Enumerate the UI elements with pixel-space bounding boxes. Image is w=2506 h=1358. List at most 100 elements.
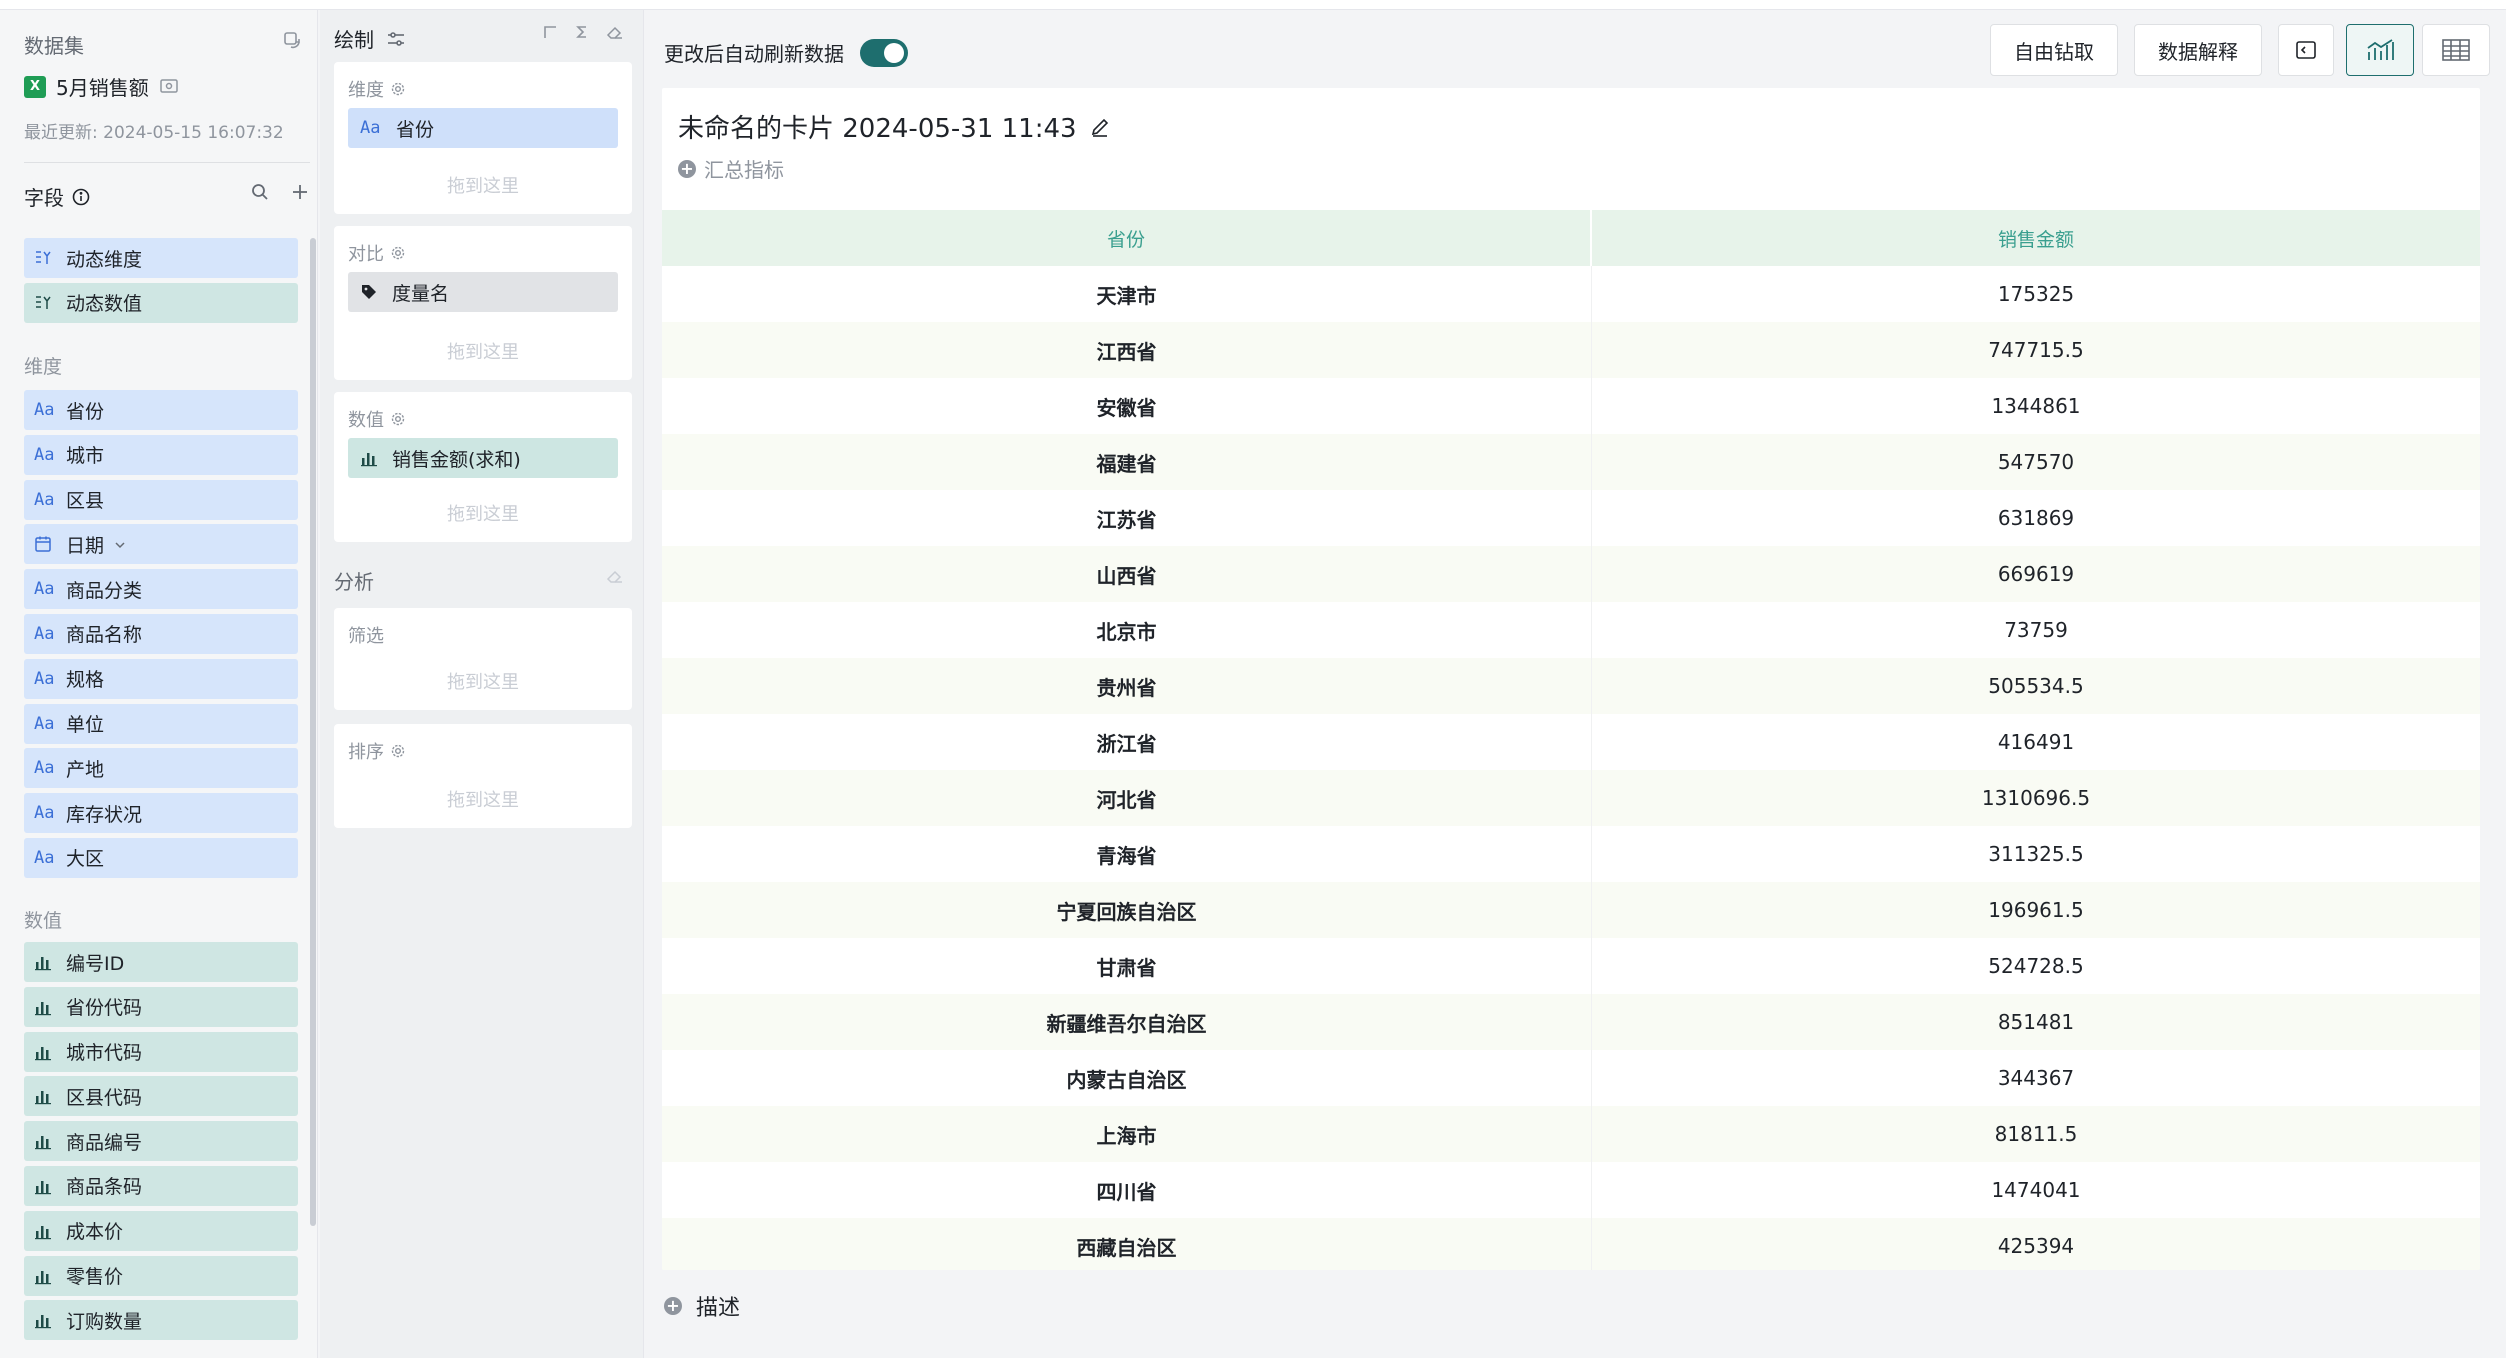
cell-province: 新疆维吾尔自治区 bbox=[662, 994, 1592, 1050]
table-row[interactable]: 新疆维吾尔自治区 851481 bbox=[662, 994, 2480, 1050]
table-row[interactable]: 宁夏回族自治区 196961.5 bbox=[662, 882, 2480, 938]
field-label: 单位 bbox=[66, 714, 105, 737]
value-pill-sales-sum[interactable]: 销售金额(求和) bbox=[348, 438, 618, 478]
cell-province: 江苏省 bbox=[662, 490, 1592, 546]
field-dimension[interactable]: 日期 bbox=[24, 524, 298, 565]
describe-label: 描述 bbox=[696, 1296, 741, 1321]
table-row[interactable]: 安徽省 1344861 bbox=[662, 378, 2480, 434]
field-measure[interactable]: 订购数量 bbox=[24, 1300, 298, 1341]
cell-sales: 81811.5 bbox=[1994, 1122, 2078, 1146]
chevron-down-icon[interactable] bbox=[114, 533, 126, 555]
field-dimension[interactable]: Aa 库存状况 bbox=[24, 793, 298, 834]
gear-icon[interactable] bbox=[390, 245, 406, 261]
info-icon[interactable] bbox=[72, 188, 90, 206]
settings-sliders-icon[interactable] bbox=[386, 30, 406, 48]
field-dimension[interactable]: Aa 商品名称 bbox=[24, 613, 298, 654]
field-dimension[interactable]: Aa 商品分类 bbox=[24, 569, 298, 610]
field-label: 动态维度 bbox=[66, 248, 143, 271]
table-row[interactable]: 北京市 73759 bbox=[662, 602, 2480, 658]
table-row[interactable]: 贵州省 505534.5 bbox=[662, 658, 2480, 714]
dimension-pill-province[interactable]: Aa 省份 bbox=[348, 108, 618, 148]
toggle-knob bbox=[884, 42, 904, 63]
field-measure[interactable]: 区县代码 bbox=[24, 1076, 298, 1117]
cell-sales: 175325 bbox=[1997, 282, 2075, 306]
field-measure[interactable]: 省份代码 bbox=[24, 986, 298, 1027]
add-field-icon[interactable] bbox=[290, 182, 310, 202]
value-well-title: 数值 bbox=[348, 406, 406, 432]
table-row[interactable]: 江西省 747715.5 bbox=[662, 322, 2480, 378]
field-dimension[interactable]: Aa 大区 bbox=[24, 837, 298, 878]
field-label: 规格 bbox=[66, 669, 105, 692]
field-dimension[interactable]: Aa 城市 bbox=[24, 434, 298, 475]
eraser-icon[interactable] bbox=[606, 568, 624, 584]
eraser-icon[interactable] bbox=[606, 24, 624, 40]
sigma-icon[interactable] bbox=[574, 24, 590, 40]
edit-pencil-icon[interactable] bbox=[1089, 116, 1111, 138]
cell-province: 河北省 bbox=[662, 770, 1592, 826]
text-type-icon: Aa bbox=[34, 668, 55, 689]
table-row[interactable]: 上海市 81811.5 bbox=[662, 1106, 2480, 1162]
fields-scrollbar[interactable] bbox=[310, 238, 316, 1226]
cell-sales: 669619 bbox=[1997, 562, 2075, 586]
table-row[interactable]: 四川省 1474041 bbox=[662, 1162, 2480, 1218]
field-dynamic-dimension[interactable]: 动态维度 bbox=[24, 238, 298, 278]
preview-icon[interactable] bbox=[159, 78, 179, 96]
table-row[interactable]: 内蒙古自治区 344367 bbox=[662, 1050, 2480, 1106]
column-header-province[interactable]: 省份 bbox=[662, 210, 1592, 266]
table-view-button[interactable] bbox=[2422, 24, 2490, 76]
field-measure[interactable]: 城市代码 bbox=[24, 1031, 298, 1072]
free-drill-button[interactable]: 自由钻取 bbox=[1990, 24, 2118, 76]
field-measure[interactable]: 成本价 bbox=[24, 1210, 298, 1251]
gear-icon[interactable] bbox=[390, 81, 406, 97]
add-description[interactable]: + 描述 bbox=[664, 1290, 740, 1322]
value-well[interactable]: 数值 销售金额(求和) 拖到这里 bbox=[334, 392, 632, 542]
filter-well[interactable]: 筛选 拖到这里 bbox=[334, 608, 632, 710]
table-row[interactable]: 西藏自治区 425394 bbox=[662, 1218, 2480, 1270]
refresh-dataset-icon[interactable] bbox=[282, 30, 302, 50]
field-measure[interactable]: 编号ID bbox=[24, 942, 298, 982]
fields-heading-label: 字段 bbox=[24, 186, 64, 210]
column-header-sales[interactable]: 销售金额 bbox=[1592, 210, 2480, 266]
table-row[interactable]: 浙江省 416491 bbox=[662, 714, 2480, 770]
field-measure[interactable]: 零售价 bbox=[24, 1255, 298, 1296]
field-measure[interactable]: 商品编号 bbox=[24, 1121, 298, 1162]
table-row[interactable]: 河北省 1310696.5 bbox=[662, 770, 2480, 826]
cell-province: 福建省 bbox=[662, 434, 1592, 490]
compare-well[interactable]: 对比 度量名 拖到这里 bbox=[334, 226, 632, 380]
table-row[interactable]: 福建省 547570 bbox=[662, 434, 2480, 490]
add-circle-icon: + bbox=[664, 1297, 682, 1315]
chart-view-button[interactable] bbox=[2346, 24, 2414, 76]
field-label: 区县 bbox=[66, 490, 105, 513]
sort-well-title: 排序 bbox=[348, 738, 406, 764]
field-label: 大区 bbox=[66, 848, 105, 871]
card-title[interactable]: 未命名的卡片 2024-05-31 11:43 bbox=[678, 108, 1111, 145]
table-row[interactable]: 甘肃省 524728.5 bbox=[662, 938, 2480, 994]
dimension-well[interactable]: 维度 Aa 省份 拖到这里 bbox=[334, 62, 632, 214]
dataset-name-row[interactable]: X 5月销售额 bbox=[24, 72, 179, 101]
fullscreen-button[interactable] bbox=[2278, 24, 2334, 76]
gear-icon[interactable] bbox=[390, 411, 406, 427]
gear-icon[interactable] bbox=[390, 743, 406, 759]
add-summary-metric[interactable]: + 汇总指标 bbox=[678, 154, 784, 183]
field-dimension[interactable]: Aa 产地 bbox=[24, 748, 298, 789]
field-measure[interactable]: 商品条码 bbox=[24, 1165, 298, 1206]
data-explain-button[interactable]: 数据解释 bbox=[2134, 24, 2262, 76]
search-icon[interactable] bbox=[250, 182, 270, 202]
table-row[interactable]: 青海省 311325.5 bbox=[662, 826, 2480, 882]
table-row[interactable]: 江苏省 631869 bbox=[662, 490, 2480, 546]
build-panel: 绘制 维度 Aa 省份 拖到这里 对比 度量名 拖到这里 数值 销售金额(求和)… bbox=[320, 10, 926, 1358]
auto-refresh-control: 更改后自动刷新数据 bbox=[664, 38, 908, 67]
field-dynamic-measure[interactable]: 动态数值 bbox=[24, 282, 298, 323]
table-row[interactable]: 山西省 669619 bbox=[662, 546, 2480, 602]
corner-icon[interactable] bbox=[542, 24, 558, 40]
field-dimension[interactable]: Aa 省份 bbox=[24, 390, 298, 430]
field-dimension[interactable]: Aa 单位 bbox=[24, 703, 298, 744]
auto-refresh-toggle[interactable] bbox=[860, 38, 908, 67]
cell-province: 甘肃省 bbox=[662, 938, 1592, 994]
bar-chart-icon bbox=[34, 998, 56, 1016]
table-row[interactable]: 天津市 175325 bbox=[662, 266, 2480, 322]
field-dimension[interactable]: Aa 区县 bbox=[24, 479, 298, 520]
sort-well[interactable]: 排序 拖到这里 bbox=[334, 724, 632, 828]
compare-pill-measure-name[interactable]: 度量名 bbox=[348, 272, 618, 312]
field-dimension[interactable]: Aa 规格 bbox=[24, 658, 298, 699]
